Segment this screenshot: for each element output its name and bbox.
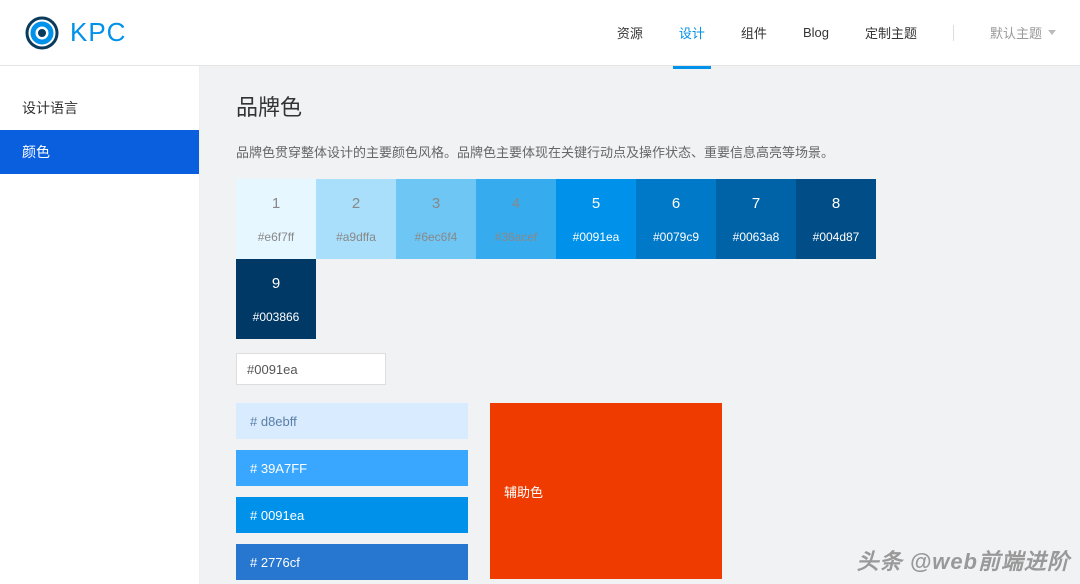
theme-select[interactable]: 默认主题 <box>990 23 1056 42</box>
swatch-number: 7 <box>752 195 760 212</box>
swatch-number: 6 <box>672 195 680 212</box>
auxiliary-color-block: 辅助色 <box>490 403 722 579</box>
swatch-hex: #e6f7ff <box>258 230 294 244</box>
swatch-number: 3 <box>432 195 440 212</box>
nav-item-3[interactable]: Blog <box>803 19 829 46</box>
sidebar-item-0[interactable]: 设计语言 <box>0 86 199 130</box>
swatch-hex: #a9dffa <box>336 230 376 244</box>
color-swatch-8[interactable]: 8 #004d87 <box>796 179 876 259</box>
logo-text: KPC <box>70 17 126 48</box>
swatch-hex: #6ec6f4 <box>415 230 458 244</box>
swatch-hex: #0063a8 <box>733 230 780 244</box>
layout: 设计语言颜色 品牌色 品牌色贯穿整体设计的主要颜色风格。品牌色主要体现在关键行动… <box>0 66 1080 584</box>
swatch-hex: #36acef <box>495 230 538 244</box>
nav-item-4[interactable]: 定制主题 <box>865 17 917 48</box>
sidebar-item-1[interactable]: 颜色 <box>0 130 199 174</box>
color-swatch-4[interactable]: 4 #36acef <box>476 179 556 259</box>
swatch-number: 4 <box>512 195 520 212</box>
shade-stack: # d8ebff # 39A7FF # 0091ea # 2776cf <box>236 403 468 580</box>
color-hex-value: #0091ea <box>247 362 298 377</box>
swatch-hex: #004d87 <box>813 230 860 244</box>
swatch-number: 9 <box>272 275 280 292</box>
swatch-number: 1 <box>272 195 280 212</box>
shade-bar-0[interactable]: # d8ebff <box>236 403 468 439</box>
color-swatch-9[interactable]: 9 #003866 <box>236 259 316 339</box>
header: KPC 资源 设计 组件 Blog 定制主题 默认主题 <box>0 0 1080 66</box>
color-swatch-6[interactable]: 6 #0079c9 <box>636 179 716 259</box>
logo-icon <box>24 15 60 51</box>
content: 品牌色 品牌色贯穿整体设计的主要颜色风格。品牌色主要体现在关键行动点及操作状态、… <box>200 66 1080 584</box>
color-swatch-5[interactable]: 5 #0091ea <box>556 179 636 259</box>
color-hex-input[interactable]: #0091ea <box>236 353 386 385</box>
swatch-hex: #0079c9 <box>653 230 699 244</box>
swatch-number: 2 <box>352 195 360 212</box>
top-nav: 资源 设计 组件 Blog 定制主题 默认主题 <box>617 17 1056 48</box>
theme-select-label: 默认主题 <box>990 23 1042 42</box>
nav-divider <box>953 25 954 41</box>
shade-bar-1[interactable]: # 39A7FF <box>236 450 468 486</box>
swatch-number: 8 <box>832 195 840 212</box>
color-swatch-row: 1 #e6f7ff 2 #a9dffa 3 #6ec6f4 4 #36acef 5 #0091ea… <box>236 179 876 339</box>
logo[interactable]: KPC <box>24 15 126 51</box>
swatch-number: 5 <box>592 195 600 212</box>
shade-bar-2[interactable]: # 0091ea <box>236 497 468 533</box>
color-variants-section: # d8ebff # 39A7FF # 0091ea # 2776cf 辅助色 <box>236 403 1080 580</box>
color-swatch-3[interactable]: 3 #6ec6f4 <box>396 179 476 259</box>
nav-item-2[interactable]: 组件 <box>741 17 767 48</box>
chevron-down-icon <box>1048 30 1056 35</box>
sidebar: 设计语言颜色 <box>0 66 200 584</box>
nav-item-1[interactable]: 设计 <box>679 17 705 48</box>
color-swatch-7[interactable]: 7 #0063a8 <box>716 179 796 259</box>
page-description: 品牌色贯穿整体设计的主要颜色风格。品牌色主要体现在关键行动点及操作状态、重要信息… <box>236 142 1080 161</box>
swatch-hex: #003866 <box>253 310 300 324</box>
nav-item-0[interactable]: 资源 <box>617 17 643 48</box>
shade-bar-3[interactable]: # 2776cf <box>236 544 468 580</box>
swatch-hex: #0091ea <box>573 230 620 244</box>
color-swatch-1[interactable]: 1 #e6f7ff <box>236 179 316 259</box>
nav-underline <box>673 66 711 69</box>
page-title: 品牌色 <box>236 90 1080 122</box>
color-swatch-2[interactable]: 2 #a9dffa <box>316 179 396 259</box>
auxiliary-color-label: 辅助色 <box>504 482 543 501</box>
